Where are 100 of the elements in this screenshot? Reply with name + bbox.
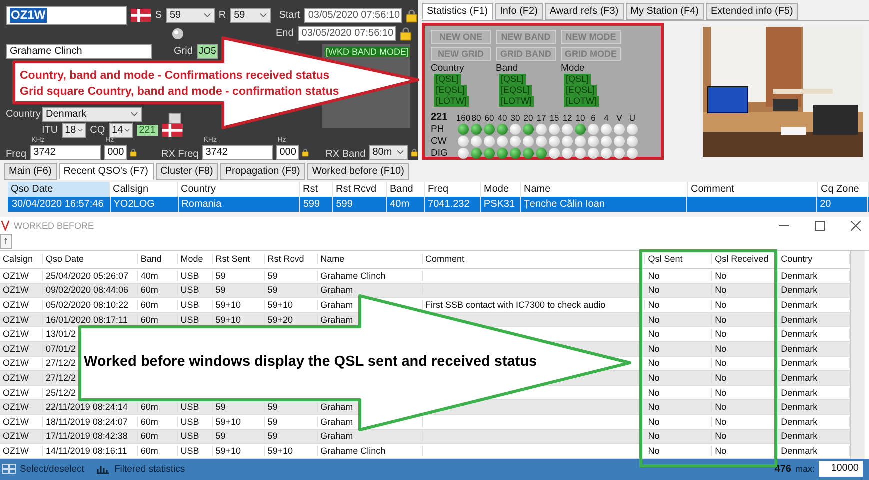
tab[interactable]: Worked before (F10)	[307, 163, 410, 180]
confirmation-tag: [QSL]	[499, 74, 526, 85]
max-label: max:	[795, 464, 815, 474]
table-cell: 30/04/2020 16:57:46	[9, 197, 111, 212]
table-cell: First SSB contact with IC7300 to check audio	[422, 300, 646, 310]
column-header[interactable]: Qsl Received	[712, 254, 778, 264]
table-cell: No	[712, 329, 778, 340]
table-cell: 25/04/2020 05:26:07	[42, 270, 138, 281]
table-cell: 59+10	[212, 416, 265, 427]
table-cell: No	[712, 402, 778, 412]
table-cell: USB	[178, 446, 213, 456]
table-cell: 59	[264, 285, 318, 296]
table-cell: 59	[264, 270, 318, 281]
table-cell: OZ1W	[0, 358, 43, 368]
table-cell: OZ1W	[0, 285, 43, 296]
select-link[interactable]: Select/deselect	[20, 464, 84, 475]
caret-icon	[260, 12, 268, 18]
field-label: S	[155, 10, 162, 20]
itu-select[interactable]: 18	[62, 122, 86, 138]
column-header[interactable]: Qso Date	[42, 254, 138, 264]
padlock-icon[interactable]	[400, 26, 412, 41]
table-cell: 09/02/2020 08:44:06	[42, 285, 138, 296]
end-time-field[interactable]: 03/05/2020 07:56:10	[298, 26, 396, 41]
table-cell: OZ1W	[0, 372, 43, 383]
frequency-field[interactable]: 3742	[30, 145, 101, 160]
column-header[interactable]: Calsign	[0, 254, 43, 264]
table-cell: Țenche Călin Ioan	[520, 197, 688, 212]
name-field[interactable]: Grahame Clinch	[6, 44, 152, 58]
field-label: End	[276, 28, 294, 39]
grid-field[interactable]: JO5	[196, 44, 218, 58]
max-field[interactable]: 10000	[819, 461, 863, 478]
table-cell: OZ1W	[0, 270, 43, 281]
worked-tag: [WKD BAND MODE]	[325, 47, 410, 57]
rx-frequency-field[interactable]: 3742	[202, 145, 273, 160]
table-cell: 60m	[138, 431, 178, 442]
maximize-icon[interactable]	[815, 220, 825, 231]
grid-icon[interactable]	[2, 464, 16, 474]
callsign-field[interactable]: OZ1W	[6, 6, 127, 24]
country-select[interactable]: Denmark	[42, 106, 142, 122]
table-cell: OZ1W	[0, 300, 43, 310]
hz-field[interactable]: 000	[104, 145, 127, 160]
table-cell: No	[712, 358, 778, 368]
table-cell: OZ1W	[0, 402, 43, 412]
column-header[interactable]: Qsl Sent	[645, 254, 712, 264]
tab[interactable]: Recent QSO's (F7)	[58, 163, 154, 180]
rst-sent-select[interactable]: 59	[166, 8, 215, 22]
tab[interactable]: My Station (F4)	[626, 3, 704, 20]
table-cell: 599	[300, 197, 334, 212]
table-cell: Grahame Clinch	[318, 446, 423, 456]
table-row[interactable]: 30/04/2020 16:57:46 YO2LOG Romania 599 599 40m 7041.232 PSK31 Țenche Călin Ioan 20	[8, 197, 869, 212]
field-label: Start	[279, 10, 300, 20]
table-cell: 59	[212, 270, 265, 281]
table-cell: No	[645, 372, 712, 383]
up-button[interactable]: ↑	[0, 234, 12, 250]
table-cell: 40m	[387, 197, 426, 212]
band-label: 17	[536, 112, 546, 122]
padlock-icon[interactable]	[406, 8, 418, 22]
table-cell: No	[645, 402, 712, 412]
table-cell: USB	[178, 300, 213, 310]
scrollbar[interactable]	[850, 250, 865, 459]
tab[interactable]: Statistics (F1)	[422, 3, 494, 20]
tab[interactable]: Main (F6)	[4, 163, 57, 180]
tab[interactable]: Extended info (F5)	[706, 3, 798, 20]
app-icon	[1, 220, 10, 232]
start-time-field[interactable]: 03/05/2020 07:56:10	[304, 8, 402, 22]
column-header[interactable]: Rst Rcvd	[264, 254, 318, 264]
table-cell: USB	[178, 416, 213, 427]
band-label: 40	[498, 112, 508, 122]
table-cell: OZ1W	[0, 446, 43, 456]
table-cell: No	[645, 314, 712, 325]
statistics-link[interactable]: Filtered statistics	[114, 464, 186, 475]
column-header[interactable]: Mode	[178, 254, 213, 264]
table-cell: 7041.232	[425, 197, 481, 212]
table-cell: OZ1W	[0, 431, 43, 442]
cq-select[interactable]: 14	[109, 122, 134, 138]
table-cell: 59	[264, 431, 318, 442]
column-header[interactable]: Name	[318, 254, 423, 264]
tab[interactable]: Cluster (F8)	[156, 163, 218, 180]
confirmation-tag: [EQSL]	[564, 85, 598, 96]
band-label: 20	[524, 112, 534, 122]
column-header[interactable]: Qso Date	[8, 182, 110, 197]
rx-band-select[interactable]: 80m	[368, 145, 408, 160]
rst-received-select[interactable]: 59	[230, 8, 272, 22]
column-header[interactable]: Comment	[422, 254, 646, 264]
table-cell: OZ1W	[0, 314, 43, 325]
column-header[interactable]: Band	[138, 254, 178, 264]
group-title: Mode	[561, 63, 585, 74]
callout-text: Grid square Country, band and mode - confirmation status	[20, 85, 340, 100]
confirmation-tag: [QSL]	[564, 74, 592, 85]
bar-chart-icon[interactable]	[96, 464, 110, 474]
table-cell: No	[712, 285, 778, 296]
tab[interactable]: Award refs (F3)	[544, 3, 624, 20]
status-light-icon	[172, 28, 184, 40]
tab[interactable]: Info (F2)	[495, 3, 543, 20]
tab[interactable]: Propagation (F9)	[220, 163, 306, 180]
confirmation-tag: [EQSL]	[499, 85, 532, 96]
hz-field[interactable]: 000	[276, 145, 299, 160]
close-icon[interactable]	[851, 220, 861, 231]
band-label: 30	[510, 112, 520, 122]
column-header[interactable]: Rst Sent	[212, 254, 265, 264]
